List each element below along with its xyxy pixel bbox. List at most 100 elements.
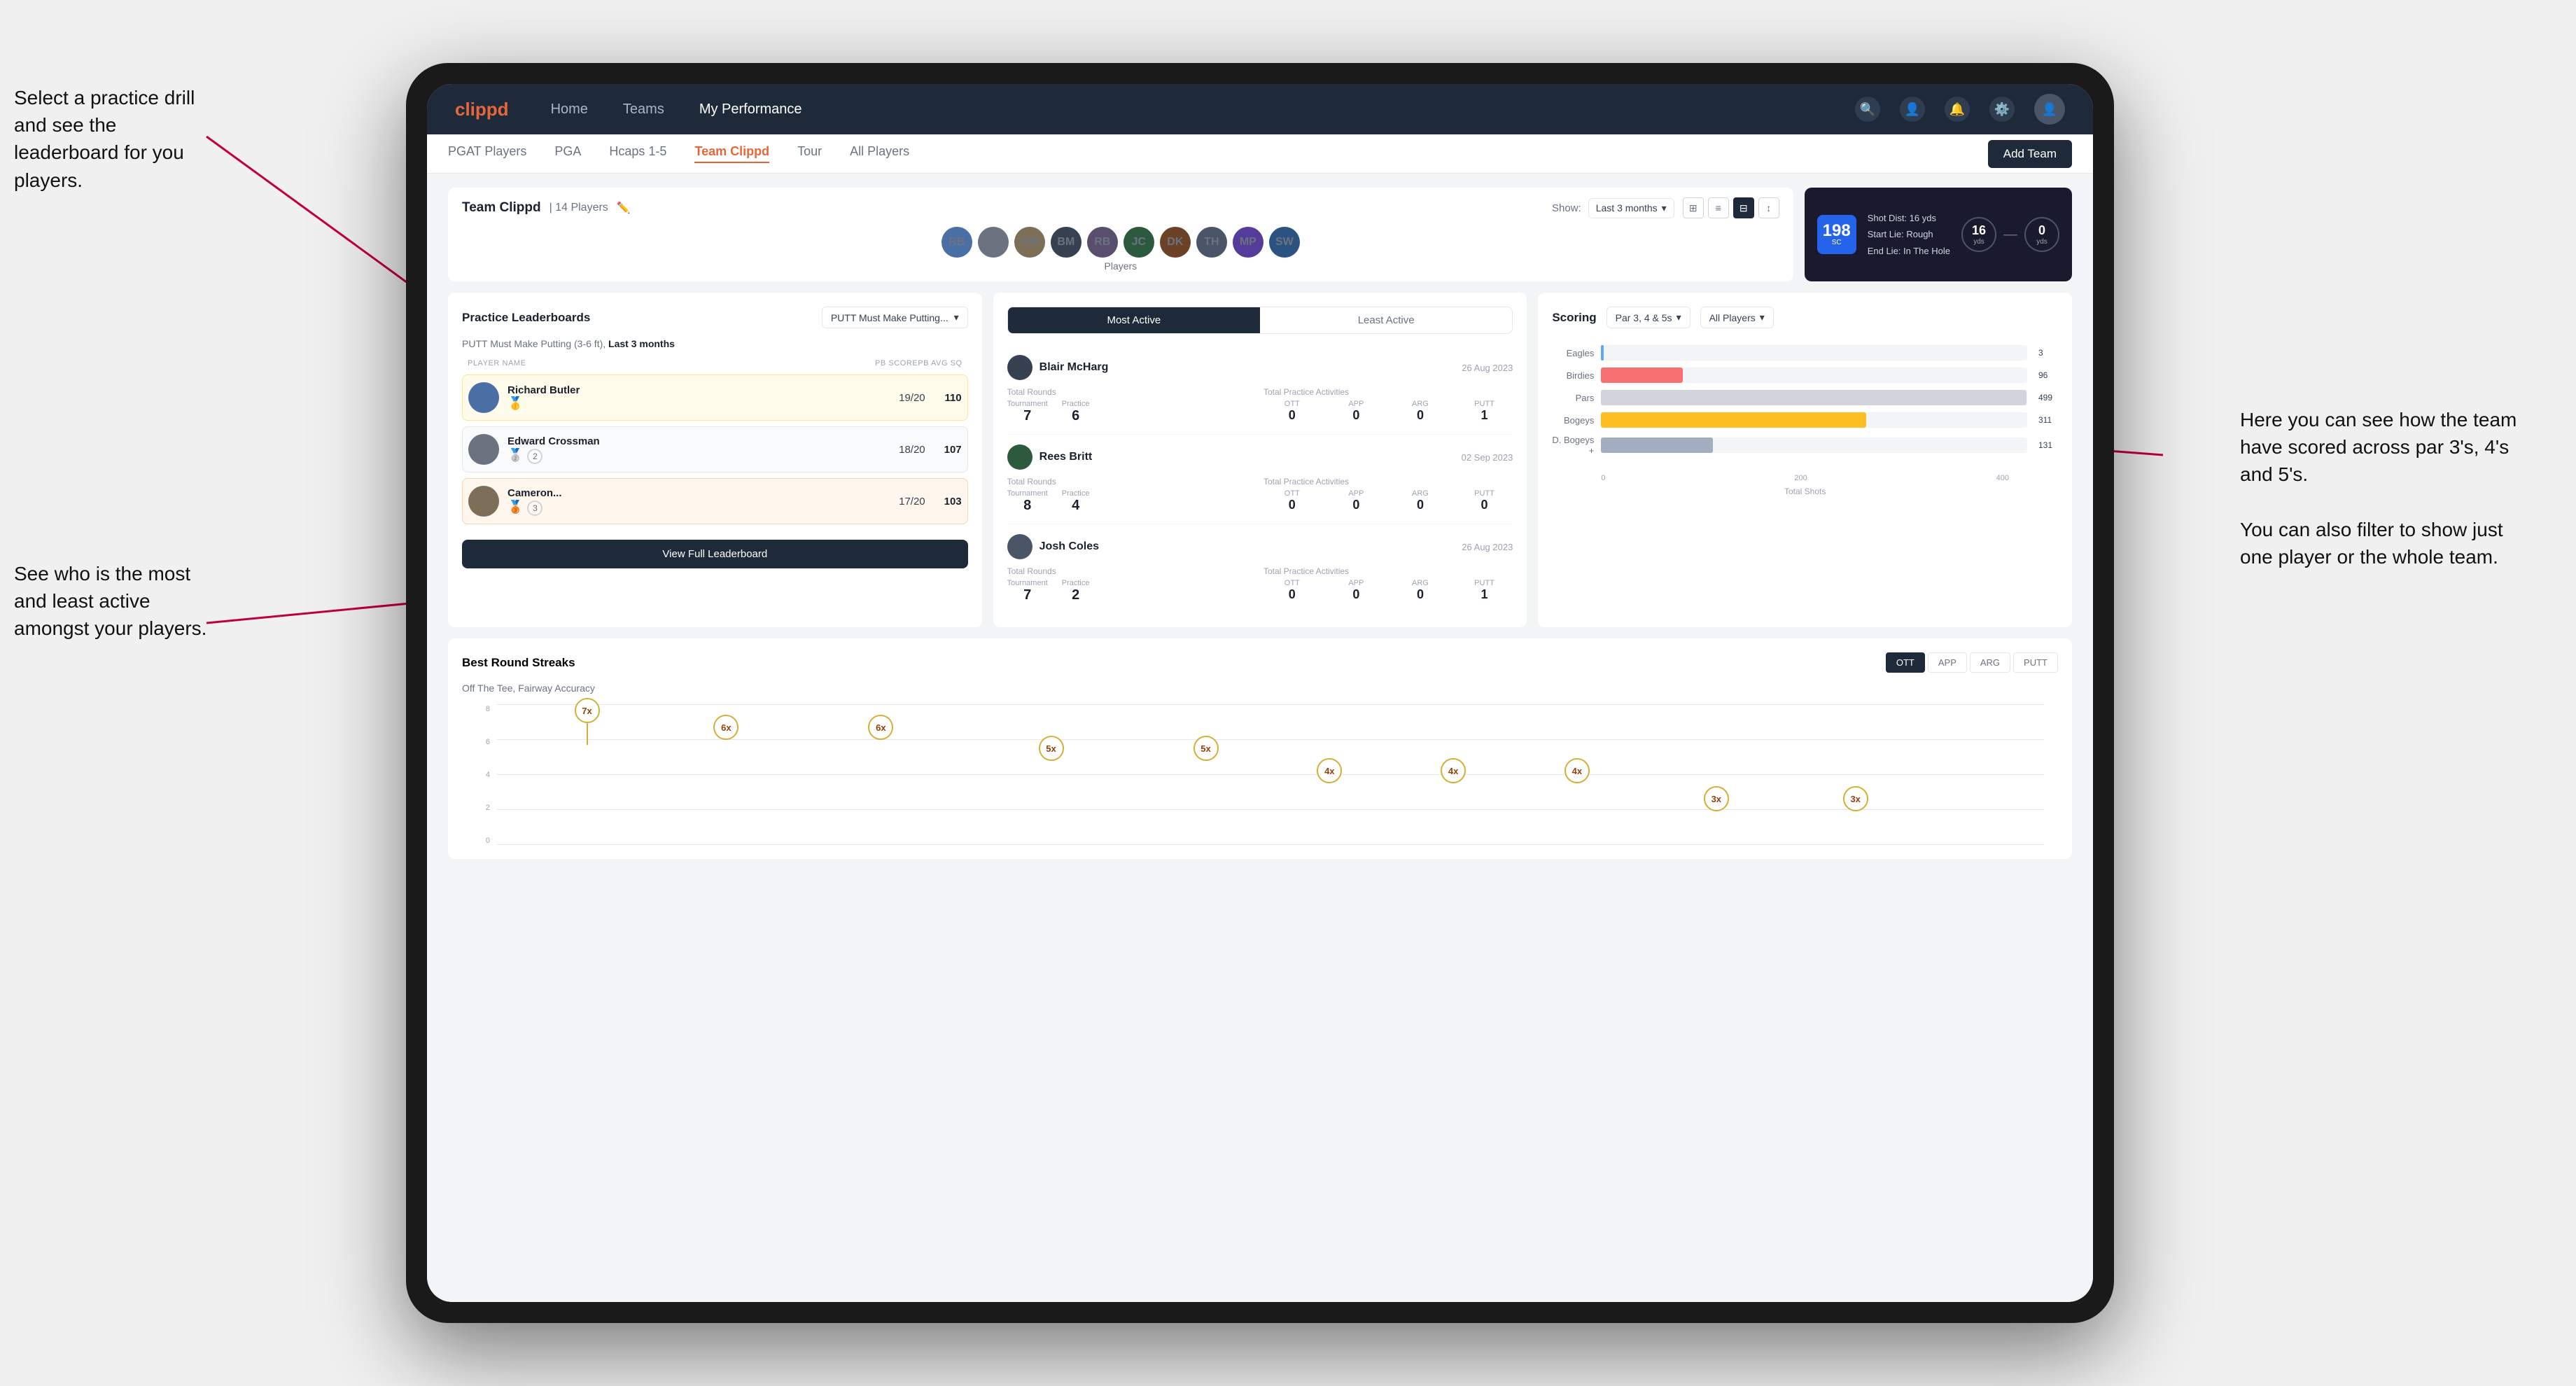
view-icons: ⊞ ≡ ⊟ ↕ [1683,197,1779,218]
player-avatar-4[interactable]: BM [1051,227,1082,258]
streak-dot-7x: 7x [575,698,600,723]
drill-subtitle: PUTT Must Make Putting (3-6 ft), Last 3 … [462,338,968,349]
bar-pars: Pars 499 [1552,390,2058,405]
sub-nav-links: PGAT Players PGA Hcaps 1-5 Team Clippd T… [448,144,1988,163]
nav-my-performance[interactable]: My Performance [699,102,802,118]
streak-dot-5x-1: 5x [1039,736,1064,761]
activity-player-name-2: Rees Britt [1040,451,1093,463]
detail-view-btn[interactable]: ⊟ [1733,197,1754,218]
activity-date-2: 02 Sep 2023 [1462,452,1513,463]
sub-nav-hcaps[interactable]: Hcaps 1-5 [609,144,666,163]
bar-double-bogeys: D. Bogeys + 131 [1552,435,2058,456]
lb-row-1[interactable]: Richard Butler 🥇 19/20 110 [462,374,968,421]
team-avatars: RB EC CM BM RB JC DK TH MP SW [941,227,1300,258]
sub-nav-pga[interactable]: PGA [554,144,581,163]
settings-icon[interactable]: ⚙️ [1989,97,2015,122]
activity-player-2: Rees Britt 02 Sep 2023 Total Rounds Tour… [1007,435,1513,524]
leaderboard-title: Practice Leaderboards [462,311,590,325]
avatar[interactable]: 👤 [2034,94,2065,125]
putt-filter-btn[interactable]: PUTT [2013,652,2058,673]
activity-avatar-2 [1007,444,1032,470]
period-selector[interactable]: Last 3 months ▾ [1588,198,1674,218]
bar-bogeys: Bogeys 311 [1552,412,2058,428]
sub-nav-tour[interactable]: Tour [797,144,822,163]
streaks-title: Best Round Streaks [462,656,575,670]
sub-nav-team-clippd[interactable]: Team Clippd [694,144,769,163]
streaks-card: Best Round Streaks OTT APP ARG PUTT Off … [448,638,2072,859]
streak-dot-4x-2: 4x [1441,758,1466,783]
app-filter-btn[interactable]: APP [1928,652,1967,673]
streak-dot-4x-3: 4x [1564,758,1590,783]
add-team-button[interactable]: Add Team [1988,140,2072,168]
annotation-right: Here you can see how the team have score… [2240,406,2534,570]
streaks-chart-container: 8 6 4 2 0 [476,705,2044,845]
activity-player-name-3: Josh Coles [1040,540,1099,553]
compact-view-btn[interactable]: ↕ [1758,197,1779,218]
player-avatar-7[interactable]: DK [1160,227,1191,258]
main-content: Team Clippd | 14 Players ✏️ Show: Last 3… [427,174,2093,1302]
activity-date-1: 26 Aug 2023 [1462,363,1513,373]
lb-row-2[interactable]: Edward Crossman 🥈 2 18/20 107 [462,426,968,472]
par-filter[interactable]: Par 3, 4 & 5s ▾ [1606,307,1690,328]
arg-filter-btn[interactable]: ARG [1970,652,2010,673]
sub-nav: PGAT Players PGA Hcaps 1-5 Team Clippd T… [427,134,2093,174]
top-nav: clippd Home Teams My Performance 🔍 👤 🔔 ⚙… [427,84,2093,134]
player-avatar-10[interactable]: SW [1269,227,1300,258]
activity-player-1: Blair McHarg 26 Aug 2023 Total Rounds To… [1007,345,1513,435]
scoring-title: Scoring [1552,311,1596,325]
lb-score-2: 18/20 [890,444,925,456]
streak-dot-3x-1: 3x [1704,786,1729,811]
nav-teams[interactable]: Teams [623,102,664,118]
player-avatar-9[interactable]: MP [1233,227,1264,258]
lb-avg-3: 103 [934,496,962,507]
drill-selector[interactable]: PUTT Must Make Putting... ▾ [822,307,968,328]
shot-details: Shot Dist: 16 yds Start Lie: Rough End L… [1868,210,1950,259]
activity-card: Most Active Least Active Blair McHarg 26… [993,293,1527,627]
lb-row-3[interactable]: Cameron... 🥉 3 17/20 103 [462,478,968,524]
grid-view-btn[interactable]: ⊞ [1683,197,1704,218]
player-avatar-5[interactable]: RB [1087,227,1118,258]
scoring-bar-chart: Eagles 3 Birdies 96 [1552,338,2058,470]
team-player-count: | 14 Players [550,202,608,214]
sub-nav-pgat[interactable]: PGAT Players [448,144,526,163]
lb-avg-1: 110 [934,392,962,404]
lb-player-info-1: Richard Butler 🥇 [507,384,882,411]
list-view-btn[interactable]: ≡ [1708,197,1729,218]
view-full-leaderboard-button[interactable]: View Full Leaderboard [462,540,968,568]
team-header-card: Team Clippd | 14 Players ✏️ Show: Last 3… [448,188,1793,281]
total-shots-label: Total Shots [1552,486,2058,496]
search-icon[interactable]: 🔍 [1855,97,1880,122]
tablet-screen: clippd Home Teams My Performance 🔍 👤 🔔 ⚙… [427,84,2093,1302]
most-active-tab[interactable]: Most Active [1008,307,1260,333]
shot-card: 198 SC Shot Dist: 16 yds Start Lie: Roug… [1805,188,2072,281]
sub-nav-all-players[interactable]: All Players [850,144,909,163]
ott-filter-btn[interactable]: OTT [1886,652,1925,673]
annotation-top-left: Select a practice drill and see the lead… [14,84,210,194]
activity-date-3: 26 Aug 2023 [1462,542,1513,552]
activity-tabs: Most Active Least Active [1007,307,1513,334]
players-filter[interactable]: All Players ▾ [1700,307,1774,328]
lb-player-info-2: Edward Crossman 🥈 2 [507,435,882,464]
least-active-tab[interactable]: Least Active [1260,307,1512,333]
activity-player-name-1: Blair McHarg [1040,361,1109,374]
player-avatar-2[interactable]: EC [978,227,1009,258]
player-avatar-1[interactable]: RB [941,227,972,258]
player-avatar-3[interactable]: CM [1014,227,1045,258]
nav-icons: 🔍 👤 🔔 ⚙️ 👤 [1855,94,2065,125]
activity-avatar-3 [1007,534,1032,559]
show-selector: Show: Last 3 months ▾ [1552,198,1674,218]
bar-birdies: Birdies 96 [1552,368,2058,383]
streaks-filter-btns: OTT APP ARG PUTT [1886,652,2058,673]
yds-left: 16 yds [1961,217,1996,252]
edit-team-icon[interactable]: ✏️ [617,201,631,215]
people-icon[interactable]: 👤 [1900,97,1925,122]
tablet-frame: clippd Home Teams My Performance 🔍 👤 🔔 ⚙… [406,63,2114,1323]
annotation-bottom-left: See who is the most and least active amo… [14,560,210,643]
activity-avatar-1 [1007,355,1032,380]
bell-icon[interactable]: 🔔 [1945,97,1970,122]
leaderboard-header: Practice Leaderboards PUTT Must Make Put… [462,307,968,328]
player-avatar-8[interactable]: TH [1196,227,1227,258]
app-logo: clippd [455,99,509,120]
nav-home[interactable]: Home [551,102,588,118]
player-avatar-6[interactable]: JC [1124,227,1154,258]
